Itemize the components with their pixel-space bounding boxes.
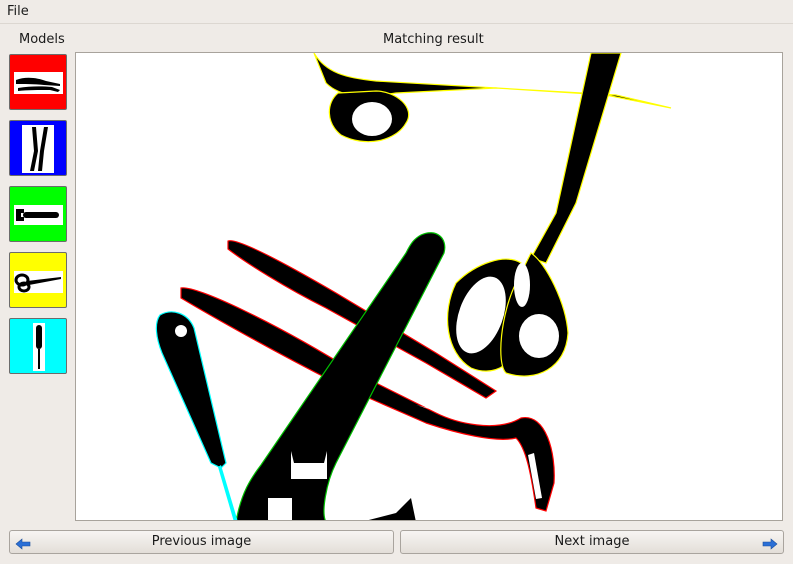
next-image-button[interactable]: Next image: [400, 530, 784, 554]
previous-image-label: Previous image: [151, 534, 252, 549]
previous-image-button[interactable]: Previous image: [9, 530, 394, 554]
models-label: Models: [19, 32, 65, 47]
cutter-icon: [22, 125, 54, 173]
menu-file[interactable]: File: [7, 4, 29, 19]
model-button-scissors[interactable]: [9, 252, 67, 308]
matching-result-image: [155, 53, 672, 520]
scissors-top: [313, 53, 672, 264]
wrench-icon: [14, 205, 63, 225]
model-button-screwdriver[interactable]: [9, 318, 67, 374]
pliers-icon: [14, 72, 63, 94]
next-image-label: Next image: [554, 534, 630, 549]
arrow-right-icon: [762, 536, 778, 550]
matching-result-label: Matching result: [383, 32, 484, 47]
arrow-left-icon: [15, 536, 31, 550]
scissors-icon: [14, 271, 63, 293]
scissors-right: [446, 252, 569, 377]
menu-bar: File: [0, 0, 793, 24]
matching-result-canvas[interactable]: [75, 52, 783, 521]
model-button-wrench[interactable]: [9, 186, 67, 242]
screwdriver-icon: [33, 323, 45, 371]
model-button-cutter[interactable]: [9, 120, 67, 176]
screwdriver: [155, 311, 238, 520]
model-button-pliers[interactable]: [9, 54, 67, 110]
